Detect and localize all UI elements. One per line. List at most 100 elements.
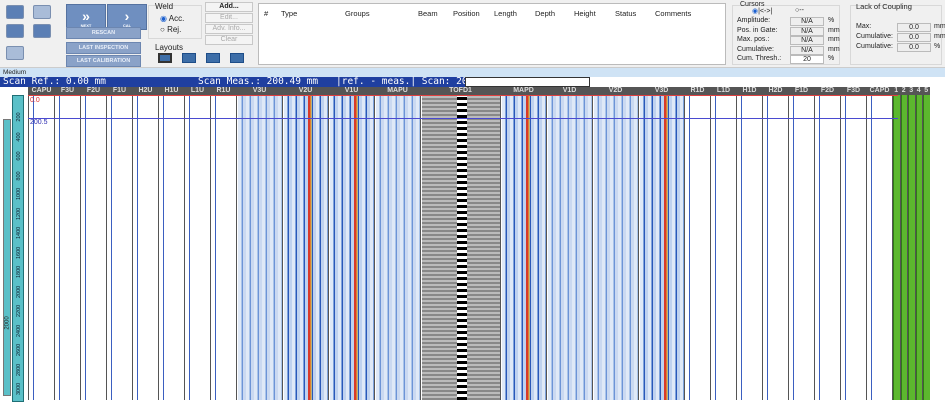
channel-view[interactable] <box>547 95 592 400</box>
channel-f3u[interactable]: F3U <box>54 87 80 400</box>
channel-view[interactable] <box>81 95 106 400</box>
col-type[interactable]: Type <box>281 9 297 18</box>
channel-h2u[interactable]: H2U <box>132 87 158 400</box>
channel-view[interactable] <box>763 95 788 400</box>
channel-f3d[interactable]: F3D <box>840 87 866 400</box>
channel-header: F3U <box>55 87 80 95</box>
last-calibration-button[interactable]: LAST CALIBRATION <box>66 55 141 67</box>
channel-2[interactable]: 2 <box>899 87 907 400</box>
cursor-row-value[interactable]: 20 <box>790 55 824 64</box>
scan-ruler[interactable]: 200 400 600 800 1000 1200 1400 1600 1800 2000 2200… <box>12 95 24 402</box>
red-cursor-line[interactable] <box>28 95 898 96</box>
channel-header: H1U <box>159 87 184 95</box>
channel-view[interactable] <box>211 95 236 400</box>
channel-view[interactable] <box>55 95 80 400</box>
channel-mapd[interactable]: MAPD <box>500 87 546 400</box>
col-comments[interactable]: Comments <box>655 9 691 18</box>
channel-capd[interactable]: CAPD <box>866 87 892 400</box>
channel-view[interactable] <box>501 95 546 400</box>
channel-5[interactable]: 5 <box>922 87 930 400</box>
channel-view[interactable] <box>789 95 814 400</box>
edit-button[interactable]: Edit... <box>205 13 253 23</box>
channel-l1u[interactable]: L1U <box>184 87 210 400</box>
channel-v2d[interactable]: V2D <box>592 87 638 400</box>
channel-v1d[interactable]: V1D <box>546 87 592 400</box>
channel-v2u[interactable]: V2U <box>282 87 328 400</box>
channel-view[interactable] <box>185 95 210 400</box>
channel-view[interactable] <box>841 95 866 400</box>
channel-view[interactable] <box>923 95 930 400</box>
col-length[interactable]: Length <box>494 9 517 18</box>
last-inspection-button[interactable]: LAST INSPECTION <box>66 42 141 54</box>
channel-r1d[interactable]: R1D <box>684 87 710 400</box>
channel-3[interactable]: 3 <box>907 87 915 400</box>
channel-view[interactable] <box>237 95 282 400</box>
ruler-tick: 400 <box>16 131 22 142</box>
adv-info-button[interactable]: Adv. Info... <box>205 24 253 34</box>
channel-view[interactable] <box>815 95 840 400</box>
col-number[interactable]: # <box>264 9 268 18</box>
clear-button[interactable]: Clear <box>205 35 253 45</box>
channel-view[interactable] <box>107 95 132 400</box>
col-height[interactable]: Height <box>574 9 596 18</box>
channel-1[interactable]: 1 <box>892 87 900 400</box>
channel-v3u[interactable]: V3U <box>236 87 282 400</box>
channel-f2u[interactable]: F2U <box>80 87 106 400</box>
channel-v3d[interactable]: V3D <box>638 87 684 400</box>
scan-field <box>465 77 590 87</box>
col-status[interactable]: Status <box>615 9 636 18</box>
indications-table[interactable]: # Type Groups Beam Position Length Depth… <box>258 3 726 65</box>
channel-view[interactable] <box>711 95 736 400</box>
channel-mapu[interactable]: MAPU <box>374 87 420 400</box>
layout-1-button[interactable] <box>158 53 172 63</box>
layout-4-button[interactable] <box>230 53 244 63</box>
channel-tofd1[interactable]: TOFD1 <box>420 87 500 400</box>
channel-h1u[interactable]: H1U <box>158 87 184 400</box>
settings-sliders-icon[interactable] <box>6 46 24 60</box>
channel-view[interactable] <box>639 95 684 400</box>
channel-view[interactable] <box>867 95 892 400</box>
pdf-icon[interactable] <box>33 24 51 38</box>
channel-view[interactable] <box>329 95 374 400</box>
link-icon[interactable] <box>6 24 24 38</box>
channel-f2d[interactable]: F2D <box>814 87 840 400</box>
blue-cursor-line[interactable] <box>28 118 898 119</box>
channel-l1d[interactable]: L1D <box>710 87 736 400</box>
channel-view[interactable] <box>593 95 638 400</box>
scan-range-bar[interactable]: 2000 <box>3 119 11 396</box>
cursor-mode-line-radio[interactable]: ○-- <box>795 7 804 14</box>
channel-h2d[interactable]: H2D <box>762 87 788 400</box>
add-button[interactable]: Add... <box>205 2 253 12</box>
channel-view[interactable] <box>133 95 158 400</box>
open-icon[interactable] <box>6 5 24 19</box>
weld-rej-radio[interactable]: ○ Rej. <box>160 25 181 34</box>
channel-view[interactable] <box>737 95 762 400</box>
col-groups[interactable]: Groups <box>345 9 370 18</box>
channel-capu[interactable]: CAPU <box>28 87 54 400</box>
channel-view[interactable] <box>29 95 54 400</box>
channel-r1u[interactable]: R1U <box>210 87 236 400</box>
channel-h1d[interactable]: H1D <box>736 87 762 400</box>
col-depth[interactable]: Depth <box>535 9 555 18</box>
rej-label: Rej. <box>167 25 182 34</box>
cursor-mode-range-radio[interactable]: ◉|<->| <box>752 7 772 15</box>
save-icon[interactable] <box>33 5 51 19</box>
col-position[interactable]: Position <box>453 9 480 18</box>
layout-2-button[interactable] <box>182 53 196 63</box>
channel-view[interactable] <box>421 95 500 400</box>
ruler-tick: 1200 <box>16 207 22 220</box>
weld-title: Weld <box>155 2 174 11</box>
channel-view[interactable] <box>685 95 710 400</box>
weld-acc-radio[interactable]: ◉ Acc. <box>160 14 184 23</box>
channel-view[interactable] <box>159 95 184 400</box>
channel-v1u[interactable]: V1U <box>328 87 374 400</box>
col-beam[interactable]: Beam <box>418 9 438 18</box>
layout-3-button[interactable] <box>206 53 220 63</box>
channel-f1d[interactable]: F1D <box>788 87 814 400</box>
channel-4[interactable]: 4 <box>914 87 922 400</box>
channel-f1u[interactable]: F1U <box>106 87 132 400</box>
coupling-row-label: Cumulative: <box>856 43 893 50</box>
channel-view[interactable] <box>375 95 420 400</box>
rescan-button[interactable]: RESCAN <box>66 27 141 39</box>
channel-view[interactable] <box>283 95 328 400</box>
